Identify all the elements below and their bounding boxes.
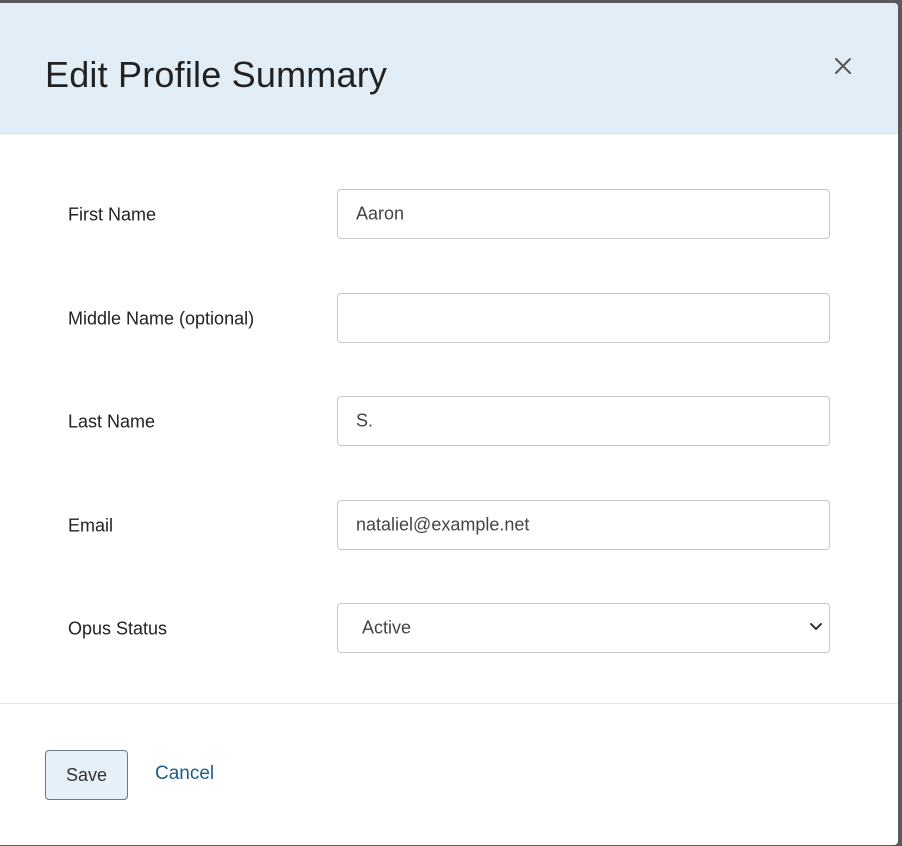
- close-button[interactable]: [828, 51, 858, 81]
- first-name-row: First Name Aaron: [0, 189, 898, 241]
- opus-status-select[interactable]: Active: [337, 603, 830, 653]
- save-button[interactable]: Save: [45, 750, 128, 800]
- last-name-input[interactable]: S.: [337, 396, 830, 446]
- first-name-input[interactable]: Aaron: [337, 189, 830, 239]
- opus-status-value: Active: [362, 617, 412, 638]
- footer-divider: [0, 703, 898, 704]
- email-row: Email nataliel@example.net: [0, 500, 898, 552]
- email-value: nataliel@example.net: [356, 514, 530, 535]
- opus-status-label: Opus Status: [68, 618, 168, 639]
- dialog-header: Edit Profile Summary: [0, 3, 898, 134]
- opus-status-row: Opus Status Active: [0, 603, 898, 655]
- dialog-title: Edit Profile Summary: [45, 54, 388, 95]
- last-name-label: Last Name: [68, 411, 156, 432]
- cancel-link[interactable]: Cancel: [155, 763, 214, 785]
- edit-profile-dialog: Edit Profile Summary First Name Aaron Mi…: [0, 3, 898, 845]
- email-field[interactable]: nataliel@example.net: [337, 500, 830, 550]
- last-name-value: S.: [356, 410, 374, 431]
- close-icon: [835, 58, 851, 74]
- email-label: Email: [68, 515, 114, 536]
- middle-name-label: Middle Name (optional): [68, 308, 255, 329]
- chevron-down-icon: [809, 619, 823, 637]
- middle-name-row: Middle Name (optional): [0, 293, 898, 345]
- first-name-value: Aaron: [356, 203, 405, 224]
- middle-name-input[interactable]: [337, 293, 830, 343]
- last-name-row: Last Name S.: [0, 396, 898, 448]
- first-name-label: First Name: [68, 204, 157, 225]
